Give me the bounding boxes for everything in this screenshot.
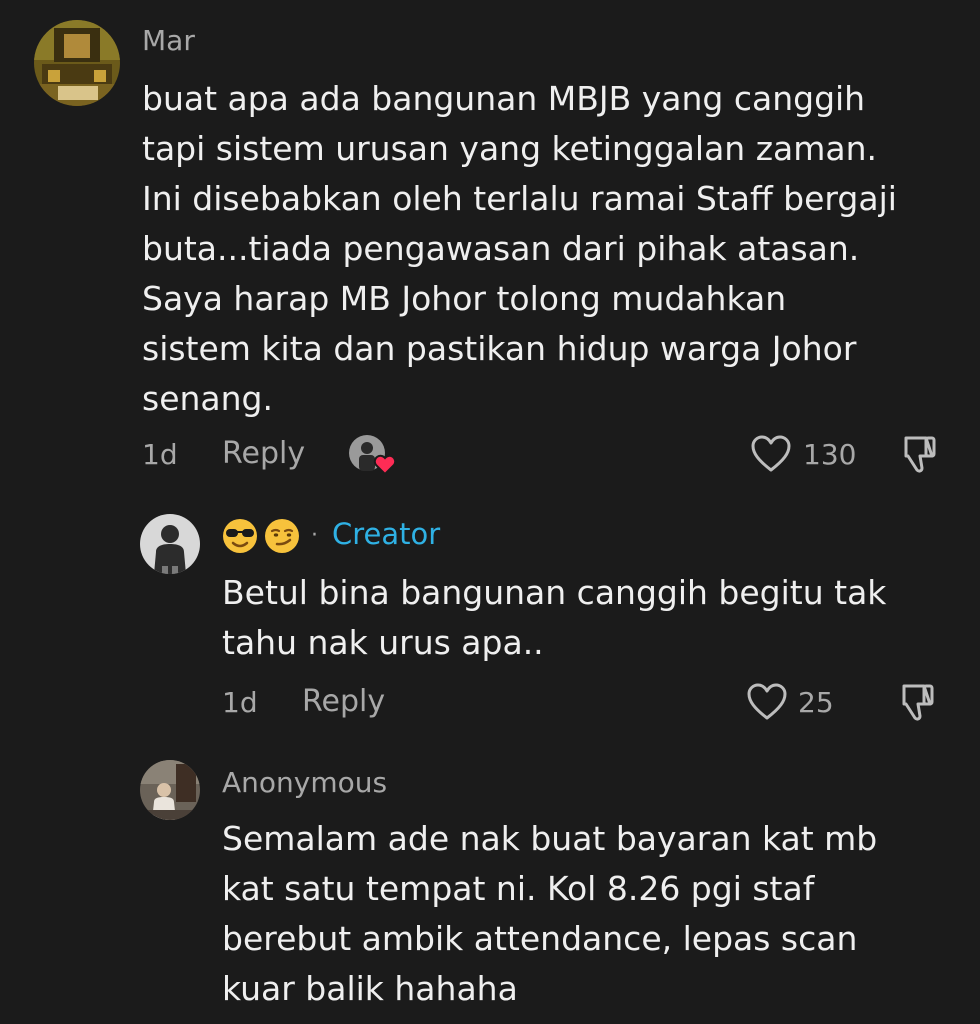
- comment-timestamp: 1d: [142, 438, 178, 471]
- avatar[interactable]: [140, 760, 200, 820]
- reply-comment-item: Anonymous Semalam ade nak buat bayaran k…: [0, 740, 980, 1024]
- separator-dot: ·: [311, 523, 318, 548]
- sunglasses-emoji-icon: [222, 516, 258, 554]
- creator-heart-avatar-icon: [348, 434, 398, 476]
- comment-text: Semalam ade nak buat bayaran kat mb kat …: [222, 819, 878, 1008]
- reply-button[interactable]: Reply: [302, 684, 385, 719]
- comment-timestamp: 1d: [222, 686, 258, 719]
- reply-comment-item: · Creator Betul bina bangunan canggih be…: [0, 490, 980, 740]
- reply-button[interactable]: Reply: [222, 436, 305, 471]
- heart-outline-icon[interactable]: [750, 434, 792, 474]
- comment-item: Mar buat apa ada bangunan MBJB yang cang…: [0, 0, 980, 490]
- comment-text: Betul bina bangunan canggih begitu tak t…: [222, 573, 887, 662]
- comment-username[interactable]: Mar: [142, 24, 195, 57]
- creator-label: Creator: [332, 517, 441, 551]
- avatar[interactable]: [34, 20, 120, 106]
- comment-username[interactable]: Anonymous: [222, 766, 387, 799]
- comment-text: buat apa ada bangunan MBJB yang canggih …: [142, 79, 897, 418]
- thumbs-down-icon[interactable]: [896, 432, 940, 476]
- smirk-emoji-icon: [264, 516, 300, 554]
- thumbs-down-icon[interactable]: [894, 680, 938, 724]
- like-count: 25: [798, 686, 834, 719]
- like-count: 130: [803, 438, 857, 471]
- heart-outline-icon[interactable]: [746, 682, 788, 722]
- avatar[interactable]: [140, 514, 200, 574]
